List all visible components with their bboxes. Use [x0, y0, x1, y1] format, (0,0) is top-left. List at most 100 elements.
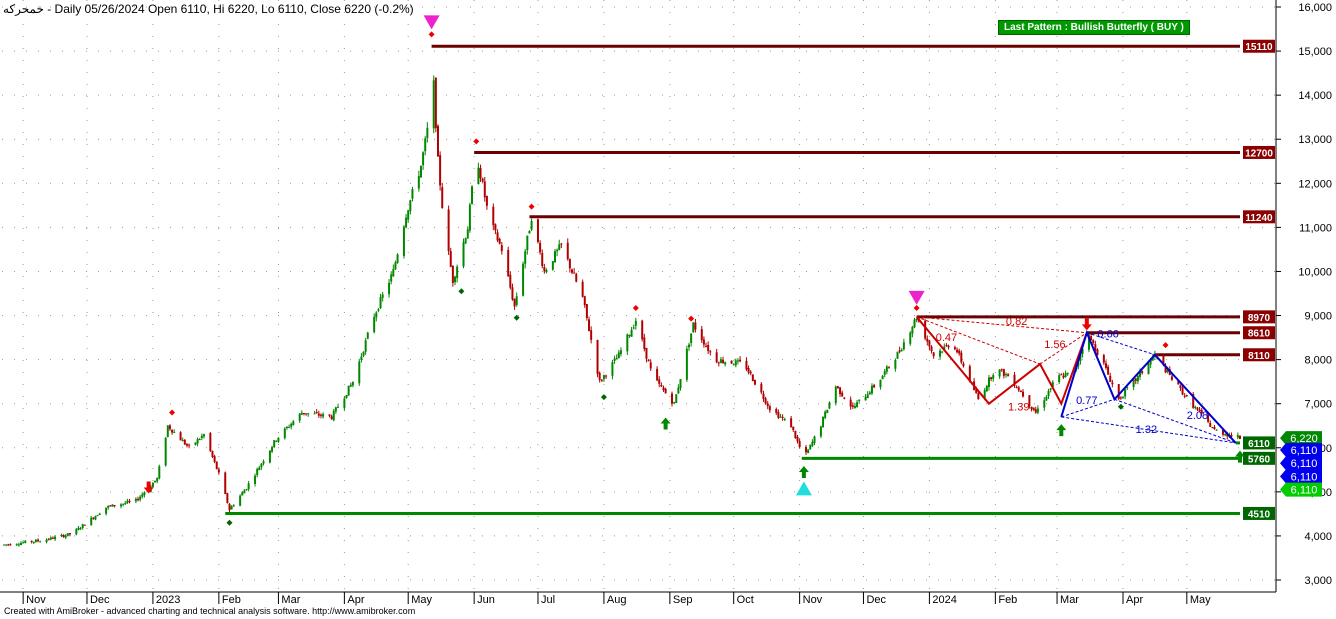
candle-down: [83, 524, 86, 526]
candle-up: [456, 266, 459, 279]
candle-up: [885, 366, 888, 372]
x-tick-label: Feb: [998, 594, 1017, 606]
candle-up: [336, 406, 339, 408]
candle-up: [807, 449, 810, 454]
candle-down: [715, 352, 718, 363]
candle-up: [181, 440, 184, 442]
x-tick-label: Feb: [222, 594, 241, 606]
x-tick-label: Sep: [673, 594, 693, 606]
candle-down: [62, 534, 65, 538]
candle-up: [77, 527, 80, 530]
candle-up: [883, 371, 886, 375]
candle-down: [762, 393, 765, 399]
candle-up: [909, 332, 912, 344]
level-label: 15110: [1245, 42, 1273, 53]
candle-up: [134, 498, 137, 502]
candle-down: [496, 232, 499, 241]
candle-up: [1224, 434, 1227, 436]
level-label: 12700: [1245, 148, 1273, 159]
sell-arrow-icon: [1081, 318, 1092, 331]
candle-up: [900, 349, 903, 351]
candle-up: [258, 467, 261, 471]
candle-down: [571, 269, 574, 273]
candle-up: [364, 340, 367, 352]
candle-up: [675, 394, 678, 404]
candle-up: [49, 537, 52, 540]
candle-down: [796, 436, 799, 442]
candle-up: [411, 189, 414, 199]
candle-up: [1047, 390, 1050, 397]
candle-down: [753, 379, 756, 385]
candle-up: [811, 441, 814, 446]
x-tick-label: Jun: [477, 594, 495, 606]
candle-down: [1239, 435, 1241, 439]
candle-up: [271, 447, 274, 452]
candle-down: [209, 433, 212, 452]
x-tick-label: 2024: [932, 594, 956, 606]
candle-up: [1043, 400, 1046, 408]
candle-down: [805, 447, 808, 453]
candle-up: [300, 412, 303, 415]
candle-up: [32, 541, 35, 543]
candle-up: [200, 435, 203, 439]
candle-up: [64, 535, 67, 538]
candle-up: [166, 425, 169, 437]
candle-up: [381, 294, 384, 298]
candle-down: [1032, 407, 1035, 411]
candle-up: [239, 495, 242, 506]
candle-down: [539, 242, 542, 253]
candle-down: [990, 377, 993, 380]
candle-down: [330, 416, 333, 420]
candle-up: [1066, 372, 1069, 375]
candle-up: [332, 410, 335, 421]
candle-up: [1132, 379, 1135, 387]
candle-down: [507, 250, 510, 277]
candle-down: [451, 265, 454, 283]
candle-up: [858, 399, 861, 401]
candle-up: [1136, 375, 1139, 382]
green-diamond-icon: [600, 394, 607, 401]
candle-down: [492, 206, 495, 226]
candle-up: [783, 418, 786, 420]
candle-down: [128, 500, 131, 502]
candle-up: [526, 235, 529, 251]
candle-up: [124, 503, 127, 505]
candle-up: [277, 437, 280, 442]
y-tick-label: 4,000: [1304, 531, 1332, 543]
candle-up: [530, 221, 533, 230]
x-tick-label: Nov: [26, 594, 46, 606]
candle-down: [51, 537, 54, 539]
candle-up: [551, 261, 554, 270]
candle-down: [1015, 386, 1018, 388]
candle-up: [273, 440, 276, 447]
candle-down: [960, 352, 963, 363]
time-axis: Nov Dec 2023 Feb Mar Apr May Jun Jul Aug Sep Oct Nov…: [0, 591, 1276, 606]
candle-down: [441, 187, 444, 208]
candle-down: [226, 493, 229, 504]
candle-up: [260, 463, 263, 468]
candle-up: [3, 544, 5, 546]
candle-down: [588, 319, 591, 331]
candle-down: [560, 243, 563, 245]
candle-down: [977, 393, 980, 400]
candle-down: [781, 416, 784, 418]
candle-up: [202, 434, 205, 437]
level-label: 8970: [1248, 313, 1271, 324]
pattern-red-ratio-line: [916, 316, 1087, 334]
candle-down: [1111, 382, 1114, 385]
candle-up: [619, 350, 622, 355]
y-tick-label: 7,000: [1304, 399, 1332, 411]
candle-down: [873, 385, 876, 388]
candle-down: [928, 340, 931, 347]
candle-up: [143, 492, 146, 496]
candle-up: [173, 432, 176, 434]
candle-up: [692, 322, 695, 333]
candle-down: [483, 181, 486, 198]
candle-up: [719, 359, 722, 364]
ratio-label: 1.32: [1136, 424, 1157, 436]
candle-up: [358, 361, 361, 384]
price-chart[interactable]: 3,0004,0005,0006,0007,0008,0009,00010,00…: [0, 0, 1336, 619]
candle-up: [1121, 397, 1124, 399]
candle-up: [688, 344, 691, 348]
candle-down: [302, 413, 305, 415]
